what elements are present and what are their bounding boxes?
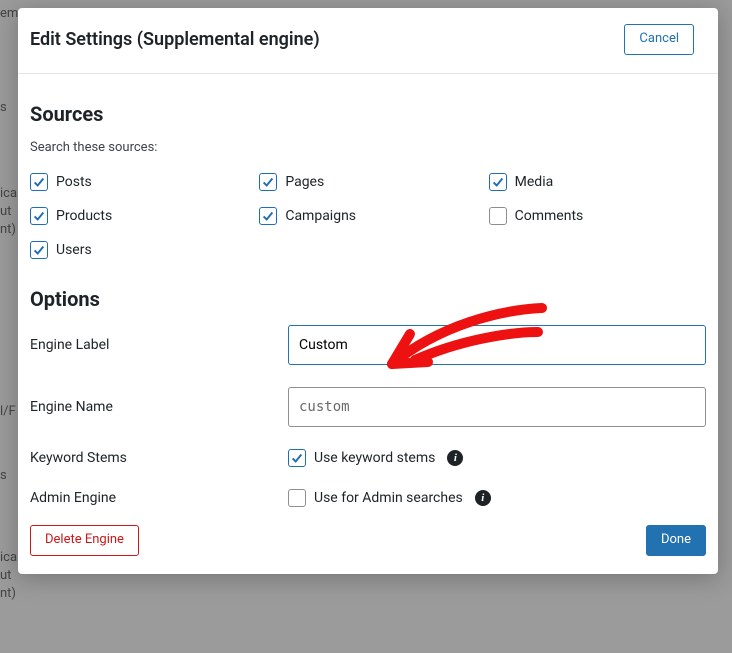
option-row-admin-engine: Admin Engine Use for Admin searches i [30, 489, 706, 507]
modal-footer: Delete Engine Done [18, 525, 718, 574]
source-item-campaigns[interactable]: Campaigns [259, 207, 476, 225]
option-label: Engine Name [30, 399, 288, 415]
source-label: Posts [56, 174, 92, 190]
keyword-stems-checkbox[interactable]: Use keyword stems i [288, 449, 706, 467]
engine-name-input[interactable] [288, 387, 706, 427]
modal-header: Edit Settings (Supplemental engine) Canc… [18, 8, 718, 74]
delete-engine-button[interactable]: Delete Engine [30, 525, 139, 556]
admin-engine-checkbox[interactable]: Use for Admin searches i [288, 489, 706, 507]
source-item-media[interactable]: Media [489, 173, 706, 191]
source-label: Comments [515, 208, 584, 224]
checkbox-icon [30, 173, 48, 191]
options-heading: Options [30, 287, 706, 311]
option-row-engine-label: Engine Label [30, 325, 706, 365]
sources-grid: Posts Pages Media Products Campaigns Com… [30, 173, 706, 259]
option-label: Keyword Stems [30, 450, 288, 466]
checkbox-icon [30, 207, 48, 225]
edit-settings-modal: Edit Settings (Supplemental engine) Canc… [18, 8, 718, 574]
source-item-pages[interactable]: Pages [259, 173, 476, 191]
source-label: Users [56, 242, 92, 258]
checkbox-icon [288, 489, 306, 507]
checkbox-icon [288, 449, 306, 467]
sources-heading: Sources [30, 102, 706, 126]
checkbox-icon [489, 173, 507, 191]
source-item-posts[interactable]: Posts [30, 173, 247, 191]
option-row-engine-name: Engine Name [30, 387, 706, 427]
done-button[interactable]: Done [646, 525, 706, 556]
options-table: Engine Label Engine Name Keyword Stems U… [30, 325, 706, 507]
checkbox-icon [259, 173, 277, 191]
checkbox-label: Use for Admin searches [314, 490, 463, 506]
modal-body: Sources Search these sources: Posts Page… [18, 74, 718, 525]
cancel-button[interactable]: Cancel [624, 24, 694, 55]
info-icon[interactable]: i [447, 450, 463, 466]
option-row-keyword-stems: Keyword Stems Use keyword stems i [30, 449, 706, 467]
option-label: Engine Label [30, 337, 288, 353]
checkbox-icon [259, 207, 277, 225]
source-item-products[interactable]: Products [30, 207, 247, 225]
source-label: Campaigns [285, 208, 356, 224]
checkbox-icon [489, 207, 507, 225]
source-label: Pages [285, 174, 324, 190]
sources-subtext: Search these sources: [30, 140, 706, 155]
modal-title: Edit Settings (Supplemental engine) [30, 29, 320, 50]
source-item-comments[interactable]: Comments [489, 207, 706, 225]
info-icon[interactable]: i [475, 490, 491, 506]
option-label: Admin Engine [30, 490, 288, 506]
checkbox-label: Use keyword stems [314, 450, 435, 466]
source-item-users[interactable]: Users [30, 241, 247, 259]
checkbox-icon [30, 241, 48, 259]
source-label: Media [515, 174, 554, 190]
source-label: Products [56, 208, 112, 224]
engine-label-input[interactable] [288, 325, 706, 365]
